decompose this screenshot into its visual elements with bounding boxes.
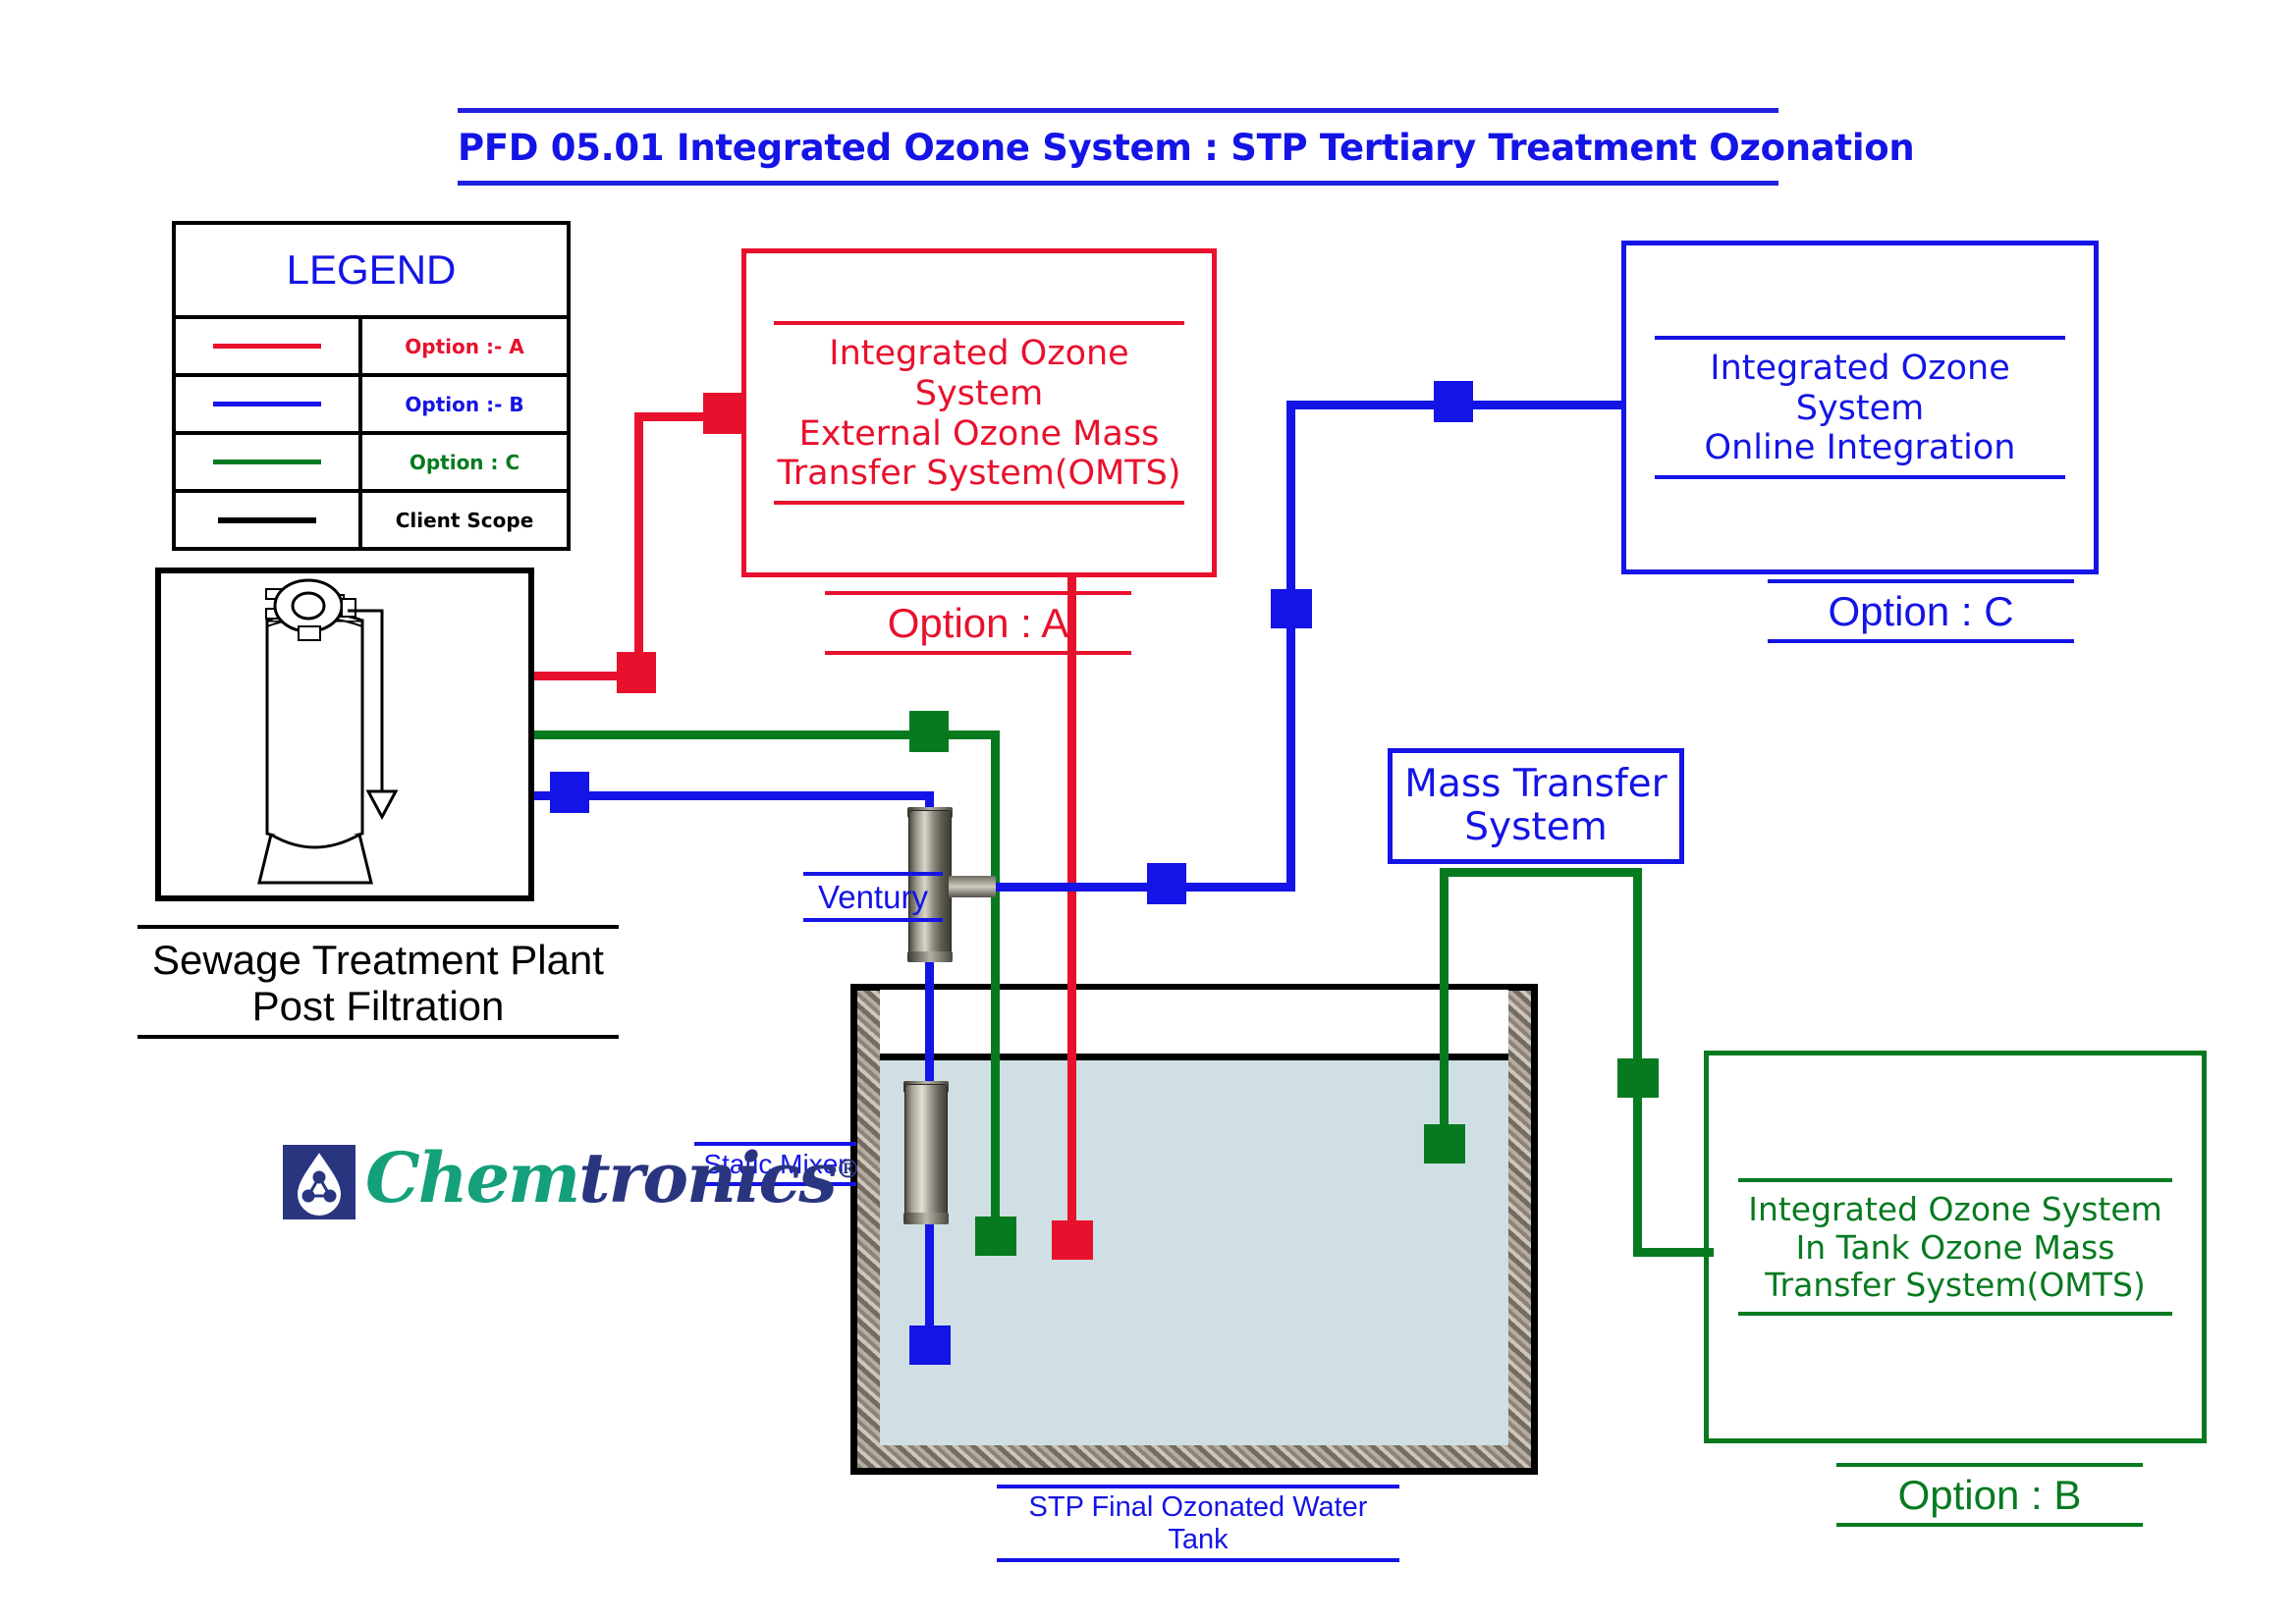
box-b-line2: In Tank Ozone Mass xyxy=(1795,1227,2115,1267)
page-title: PFD 05.01 Integrated Ozone System : STP … xyxy=(458,108,1915,186)
sewage-treatment-plant-caption: Sewage Treatment Plant Post Filtration xyxy=(137,925,619,1040)
pipe-green-mts-down xyxy=(1440,868,1449,1143)
pipe-blue-stp-out xyxy=(534,791,931,800)
box-a-text: Integrated Ozone System External Ozone M… xyxy=(774,325,1183,502)
mass-transfer-line1: Mass Transfer xyxy=(1404,762,1667,807)
ventury-bottom-cap xyxy=(907,951,953,962)
legend-row-option-b: Option :- B xyxy=(176,377,567,435)
tank-water-body xyxy=(880,1060,1508,1445)
arrow-red-into-tank xyxy=(1052,1220,1093,1260)
legend-heading: LEGEND xyxy=(176,225,567,319)
legend-swatch-option-a xyxy=(176,319,362,373)
option-c-box: Integrated Ozone System Online Integrati… xyxy=(1621,241,2099,574)
arrow-red-into-box-a xyxy=(703,393,742,434)
option-a-caption: Option : A xyxy=(825,591,1131,655)
box-b-line1: Integrated Ozone System xyxy=(1748,1190,2162,1229)
pipe-blue-ventury-branch xyxy=(994,883,1294,892)
pipe-green-downcomer-left xyxy=(991,730,1000,1231)
box-b-bottom-rule xyxy=(1738,1311,2172,1316)
pipe-red-downcomer xyxy=(1067,577,1076,1235)
water-drop-molecule-icon xyxy=(297,1153,355,1216)
option-c-caption: Option : C xyxy=(1768,579,2074,643)
arrow-green-into-tank-right xyxy=(1424,1124,1465,1163)
option-b-box: Integrated Ozone System In Tank Ozone Ma… xyxy=(1704,1051,2207,1443)
box-c-line1: Integrated Ozone System xyxy=(1710,348,2010,428)
arrow-green-into-tank-left xyxy=(975,1217,1016,1256)
tank-label-text: STP Final Ozonated Water Tank xyxy=(1028,1491,1368,1555)
option-b-caption-text: Option : B xyxy=(1897,1472,2082,1518)
option-a-box: Integrated Ozone System External Ozone M… xyxy=(741,248,1217,577)
pipe-blue-riser xyxy=(1286,401,1295,892)
box-a-line2: External Ozone Mass xyxy=(798,413,1160,454)
option-a-caption-text: Option : A xyxy=(887,600,1069,646)
box-a-bottom-rule xyxy=(774,501,1184,506)
title-text: PFD 05.01 Integrated Ozone System : STP … xyxy=(458,127,1915,169)
option-c-caption-bottom-rule xyxy=(1768,639,2074,643)
arrow-blue-from-box-c xyxy=(1434,381,1473,422)
pipe-green-to-box-b xyxy=(1633,1248,1714,1257)
pipe-green-mts-top xyxy=(1440,868,1642,877)
pipe-green-stp-out xyxy=(534,730,957,739)
static-mixer-body xyxy=(905,1085,947,1222)
logo-word-chem: Chem xyxy=(365,1137,580,1218)
chemtronics-logo: Chemtronics® xyxy=(283,1137,861,1225)
box-a-line3: Transfer System(OMTS) xyxy=(777,454,1181,494)
chemtronics-wordmark: Chemtronics® xyxy=(365,1137,861,1218)
sewage-treatment-plant-box xyxy=(155,568,534,901)
pipe-red-riser xyxy=(634,412,643,677)
mass-transfer-system-box: Mass Transfer System xyxy=(1388,748,1684,864)
legend-swatch-option-b xyxy=(176,377,362,431)
box-c-text: Integrated Ozone System Online Integrati… xyxy=(1655,340,2066,476)
mass-transfer-system-text: Mass Transfer System xyxy=(1404,763,1667,848)
legend-row-client-scope: Client Scope xyxy=(176,493,567,547)
stp-caption-line1: Sewage Treatment Plant xyxy=(152,937,604,983)
logo-word-tronics: tronics xyxy=(578,1137,837,1218)
legend-panel: LEGEND Option :- A Option :- B Option : … xyxy=(172,221,571,551)
box-b-line3: Transfer System(OMTS) xyxy=(1765,1266,2146,1305)
ventury-label: Ventury xyxy=(803,872,943,922)
legend-label-client-scope: Client Scope xyxy=(395,508,534,532)
title-bottom-rule xyxy=(458,181,1778,186)
ventury-label-bottom-rule xyxy=(803,918,943,922)
stp-caption-line2: Post Filtration xyxy=(251,983,505,1030)
mass-transfer-line2: System xyxy=(1464,805,1608,849)
arrow-blue-stp-out xyxy=(550,772,589,813)
box-b-text: Integrated Ozone System In Tank Ozone Ma… xyxy=(1738,1182,2172,1312)
filter-vessel-icon xyxy=(257,578,399,885)
tank-air-gap xyxy=(880,990,1508,1060)
option-b-caption: Option : B xyxy=(1836,1463,2143,1527)
option-c-caption-text: Option : C xyxy=(1828,588,2014,634)
stp-caption-text: Sewage Treatment Plant Post Filtration xyxy=(137,929,619,1035)
box-a-line1: Integrated Ozone System xyxy=(829,333,1129,413)
legend-row-option-a: Option :- A xyxy=(176,319,567,377)
pipe-red-stp-out xyxy=(534,672,629,680)
option-a-caption-bottom-rule xyxy=(825,651,1131,655)
legend-label-option-a: Option :- A xyxy=(405,334,524,358)
legend-swatch-client-scope xyxy=(176,493,362,547)
legend-row-option-c: Option : C xyxy=(176,435,567,493)
box-c-bottom-rule xyxy=(1654,475,2066,480)
legend-label-option-b: Option :- B xyxy=(405,392,524,416)
legend-label-option-c: Option : C xyxy=(409,450,520,474)
option-b-caption-bottom-rule xyxy=(1836,1523,2143,1527)
arrow-blue-ventury-branch xyxy=(1147,863,1186,904)
tank-label: STP Final Ozonated Water Tank xyxy=(997,1485,1399,1562)
ventury-label-text: Ventury xyxy=(818,879,928,915)
box-c-line2: Online Integration xyxy=(1704,428,2016,468)
chemtronics-logo-mark-icon xyxy=(283,1145,355,1219)
arrow-blue-into-tank xyxy=(909,1325,951,1365)
ventury-side-branch xyxy=(949,876,996,897)
static-mixer-bottom-cap xyxy=(903,1213,949,1224)
logo-registered-mark: ® xyxy=(835,1155,861,1185)
legend-swatch-option-c xyxy=(176,435,362,489)
arrow-blue-riser-down xyxy=(1271,589,1312,628)
arrow-green-riser xyxy=(1617,1058,1659,1098)
stp-caption-bottom-rule xyxy=(137,1035,619,1040)
tank-label-bottom-rule xyxy=(997,1558,1399,1562)
